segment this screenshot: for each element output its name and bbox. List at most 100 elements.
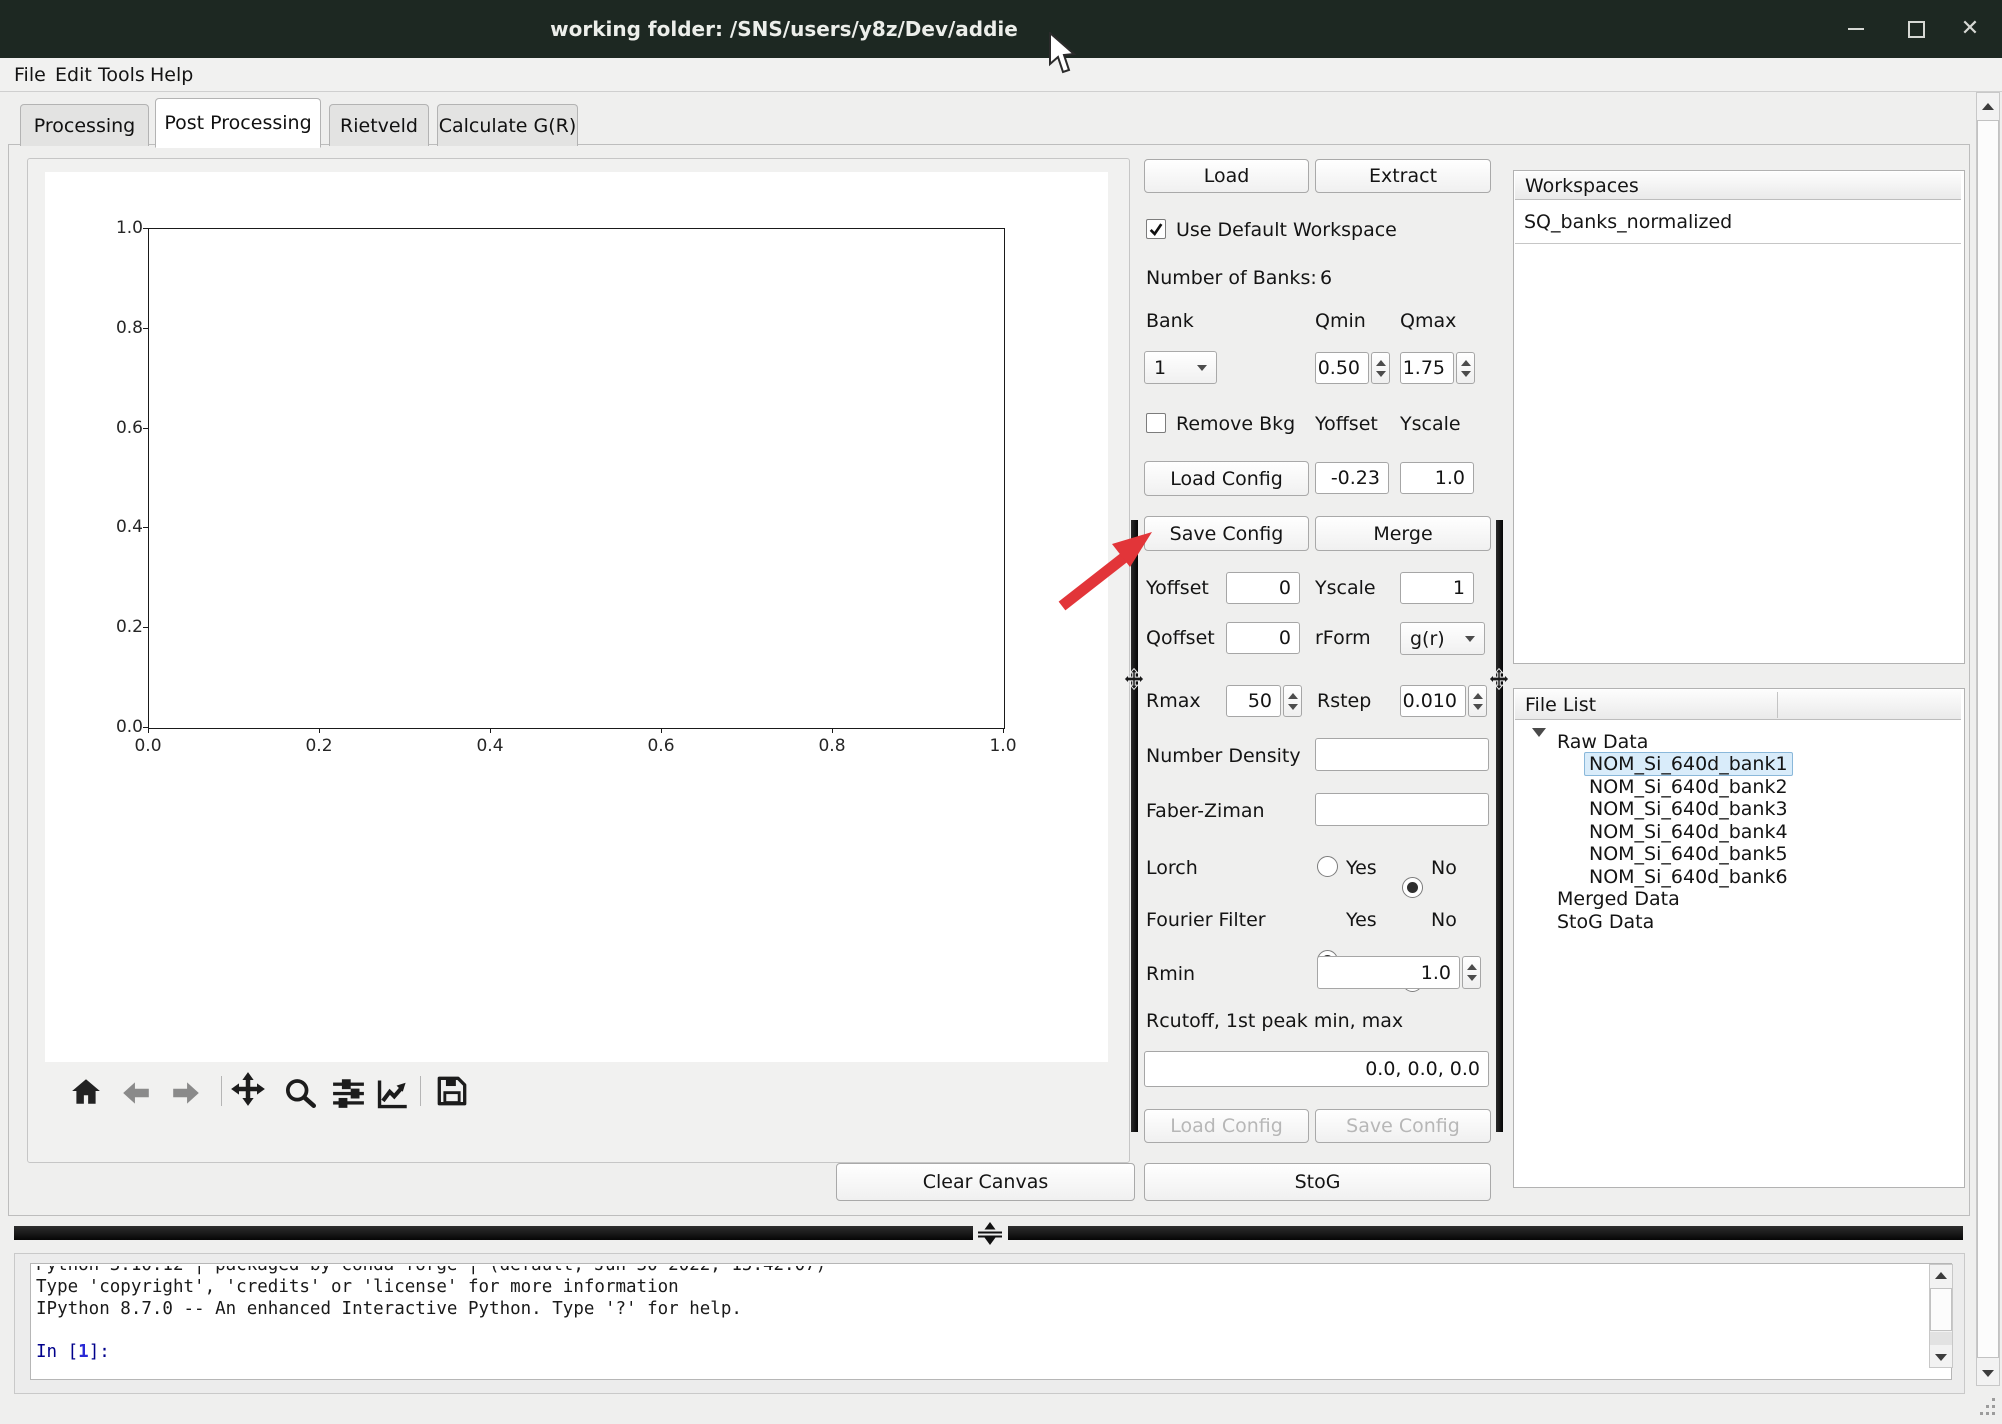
tab-rietveld[interactable]: Rietveld	[329, 104, 429, 146]
merge-button[interactable]: Merge	[1315, 516, 1491, 551]
rcutoff-input[interactable]: 0.0, 0.0, 0.0	[1144, 1051, 1489, 1087]
selected-item-highlight[interactable]: NOM_Si_640d_bank1	[1584, 752, 1793, 776]
console-scrollbar-thumb[interactable]	[1930, 1288, 1952, 1331]
number-density-input[interactable]	[1315, 738, 1489, 771]
back-icon[interactable]	[118, 1076, 154, 1110]
clear-canvas-button[interactable]: Clear Canvas	[836, 1163, 1135, 1201]
customize-icon[interactable]	[374, 1076, 410, 1110]
tick-mark	[1003, 728, 1004, 733]
left-splitter-handle[interactable]	[1123, 668, 1145, 690]
home-icon[interactable]	[68, 1074, 104, 1108]
tab-post-processing[interactable]: Post Processing	[155, 98, 321, 148]
tab-calculate-gr[interactable]: Calculate G(R)	[437, 104, 578, 146]
menu-file[interactable]: File	[14, 62, 46, 88]
qmax-stepper[interactable]	[1456, 352, 1475, 384]
faber-ziman-input[interactable]	[1315, 793, 1489, 826]
console-scroll-down-button[interactable]	[1929, 1346, 1953, 1368]
plot-axes-frame	[148, 228, 1005, 729]
forward-icon[interactable]	[168, 1076, 204, 1110]
minimize-button[interactable]	[1834, 8, 1878, 50]
rmin-input[interactable]: 1.0	[1317, 956, 1460, 989]
qoffset-input[interactable]: 0	[1226, 622, 1300, 654]
bank-select[interactable]: 1	[1144, 351, 1217, 384]
yscale-top-input[interactable]: 1.0	[1400, 462, 1474, 494]
yoffset-input[interactable]: 0	[1226, 572, 1300, 604]
load-config-button[interactable]: Load Config	[1144, 461, 1309, 496]
console-scroll-up-button[interactable]	[1929, 1264, 1953, 1286]
rstep-stepper[interactable]	[1468, 685, 1487, 717]
chevron-down-icon	[1197, 365, 1207, 371]
spin-up-icon[interactable]	[1288, 693, 1298, 699]
close-button[interactable]: ✕	[1948, 8, 1992, 50]
remove-bkg-checkbox[interactable]	[1146, 413, 1166, 433]
tree-item-stog-data[interactable]: StoG Data	[1557, 911, 1654, 933]
tree-item-bank3[interactable]: NOM_Si_640d_bank3	[1589, 798, 1788, 820]
workspace-item[interactable]: SQ_banks_normalized	[1515, 200, 1961, 244]
spin-down-icon[interactable]	[1461, 371, 1471, 377]
menu-help[interactable]: Help	[150, 62, 193, 88]
stog-button[interactable]: StoG	[1144, 1163, 1491, 1201]
pan-icon[interactable]	[230, 1072, 266, 1106]
tree-item-raw-data[interactable]: Raw Data	[1557, 731, 1648, 753]
tick-mark	[143, 727, 148, 728]
subplots-icon[interactable]	[330, 1076, 366, 1110]
zoom-icon[interactable]	[282, 1075, 318, 1109]
qmin-input[interactable]: 0.50	[1315, 352, 1369, 384]
horizontal-splitter[interactable]	[14, 1226, 973, 1240]
minimize-icon	[1848, 28, 1864, 30]
load-config-disabled-button[interactable]: Load Config	[1144, 1109, 1309, 1143]
menu-edit[interactable]: Edit	[55, 62, 92, 88]
tree-item-bank6[interactable]: NOM_Si_640d_bank6	[1589, 866, 1788, 888]
save-config-button[interactable]: Save Config	[1144, 516, 1309, 551]
rmax-stepper[interactable]	[1283, 685, 1302, 717]
spin-down-icon[interactable]	[1288, 704, 1298, 710]
tree-item-merged-data[interactable]: Merged Data	[1557, 888, 1680, 910]
tree-item-bank5[interactable]: NOM_Si_640d_bank5	[1589, 843, 1788, 865]
main-scroll-up-button[interactable]	[1976, 94, 2000, 118]
horizontal-splitter[interactable]	[1008, 1226, 1963, 1240]
tree-item-bank4[interactable]: NOM_Si_640d_bank4	[1589, 821, 1788, 843]
expand-caret-icon[interactable]	[1532, 737, 1546, 756]
save-config-disabled-button[interactable]: Save Config	[1315, 1109, 1491, 1143]
spin-up-icon[interactable]	[1473, 693, 1483, 699]
rstep-input[interactable]: 0.010	[1400, 685, 1466, 717]
tree-item-bank2[interactable]: NOM_Si_640d_bank2	[1589, 776, 1788, 798]
number-density-label: Number Density	[1146, 745, 1301, 767]
yoffset-top-input[interactable]: -0.23	[1315, 462, 1389, 494]
horizontal-splitter-handle[interactable]	[974, 1221, 1006, 1246]
resize-grip[interactable]	[1978, 1396, 2000, 1420]
spin-up-icon[interactable]	[1376, 360, 1386, 366]
load-button[interactable]: Load	[1144, 159, 1309, 193]
maximize-button[interactable]	[1894, 8, 1938, 50]
menu-tools[interactable]: Tools	[98, 62, 145, 88]
yscale-input[interactable]: 1	[1400, 572, 1474, 604]
qmin-stepper[interactable]	[1371, 352, 1390, 384]
rmax-input[interactable]: 50	[1226, 685, 1281, 717]
spin-down-icon[interactable]	[1467, 975, 1477, 981]
workspaces-header[interactable]: Workspaces	[1515, 172, 1961, 200]
check-icon	[1148, 221, 1164, 237]
tab-processing[interactable]: Processing	[20, 104, 149, 146]
file-list-header[interactable]: File List	[1515, 690, 1961, 720]
rmin-stepper[interactable]	[1462, 956, 1481, 989]
right-splitter-handle[interactable]	[1488, 668, 1510, 690]
main-scroll-down-button[interactable]	[1976, 1361, 2000, 1385]
x-tick-label: 0.8	[810, 736, 854, 756]
spin-down-icon[interactable]	[1473, 704, 1483, 710]
console-prompt[interactable]: In [1]:	[36, 1341, 110, 1363]
use-default-workspace-checkbox[interactable]	[1146, 219, 1166, 239]
extract-button[interactable]: Extract	[1315, 159, 1491, 193]
lorch-no-radio[interactable]	[1402, 877, 1423, 898]
rcutoff-label: Rcutoff, 1st peak min, max	[1146, 1010, 1403, 1032]
main-scrollbar-thumb[interactable]	[1977, 120, 1999, 1358]
qmax-input[interactable]: 1.75	[1400, 352, 1454, 384]
spin-up-icon[interactable]	[1461, 360, 1471, 366]
console-scrollbar-track-fill[interactable]	[1930, 1332, 1952, 1345]
lorch-yes-radio[interactable]	[1317, 856, 1338, 877]
tree-item-bank1[interactable]: NOM_Si_640d_bank1	[1589, 753, 1793, 775]
save-icon[interactable]	[434, 1074, 470, 1108]
spin-up-icon[interactable]	[1467, 964, 1477, 970]
rform-select[interactable]: g(r)	[1400, 622, 1485, 655]
right-splitter[interactable]	[1496, 520, 1503, 1132]
spin-down-icon[interactable]	[1376, 371, 1386, 377]
